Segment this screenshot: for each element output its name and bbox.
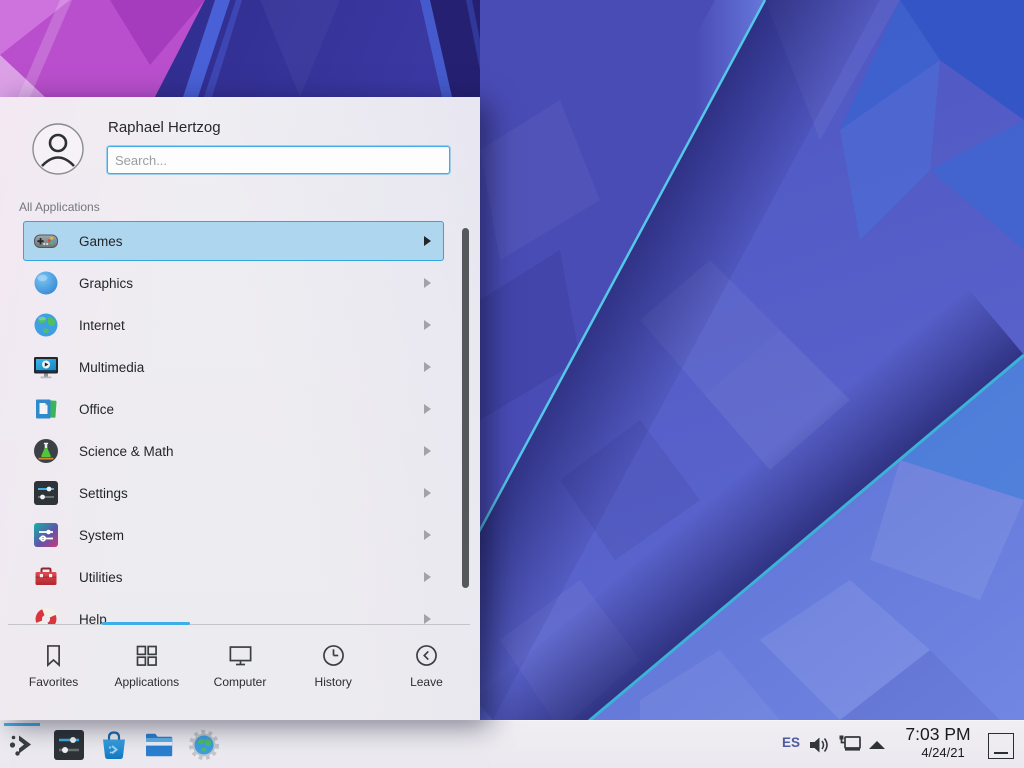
browser-globe-icon[interactable] (188, 729, 220, 761)
volume-icon[interactable] (808, 734, 830, 756)
scrollbar[interactable] (462, 228, 469, 588)
menu-item-system[interactable]: System (23, 515, 444, 555)
menu-item-label: Multimedia (79, 360, 424, 375)
chevron-right-icon (424, 320, 431, 330)
tab-favorites[interactable]: Favorites (7, 628, 100, 720)
discover-icon[interactable] (98, 729, 130, 761)
tab-label: Applications (114, 675, 179, 689)
menu-item-label: Science & Math (79, 444, 424, 459)
menu-item-utilities[interactable]: Utilities (23, 557, 444, 597)
tab-label: Leave (410, 675, 443, 689)
tab-label: Favorites (29, 675, 78, 689)
history-clock-icon (320, 642, 347, 669)
taskbar: ES 7:03 PM 4/24/21 (0, 720, 1024, 768)
clock-time: 7:03 PM (893, 724, 983, 745)
launcher-header: Raphael Hertzog (0, 97, 480, 185)
menu-item-label: Games (79, 234, 424, 249)
clock-date: 4/24/21 (893, 745, 983, 760)
menu-item-settings[interactable]: Settings (23, 473, 444, 513)
chevron-right-icon (424, 572, 431, 582)
menu-item-internet[interactable]: Internet (23, 305, 444, 345)
launcher-tab-bar: Favorites Applications Computer (7, 628, 473, 720)
tab-applications[interactable]: Applications (100, 628, 193, 720)
tab-label: Computer (214, 675, 267, 689)
chevron-right-icon (424, 278, 431, 288)
tab-computer[interactable]: Computer (193, 628, 286, 720)
launcher-active-indicator (4, 723, 40, 726)
chevron-right-icon (424, 446, 431, 456)
menu-item-label: System (79, 528, 424, 543)
menu-item-label: Utilities (79, 570, 424, 585)
keyboard-layout-indicator[interactable]: ES (779, 735, 803, 750)
multimedia-monitor-icon (33, 354, 59, 380)
search-input[interactable] (107, 146, 450, 174)
chevron-right-icon (424, 362, 431, 372)
bookmark-icon (40, 642, 67, 669)
utilities-toolbox-icon (33, 564, 59, 590)
tab-history[interactable]: History (287, 628, 380, 720)
category-list: Games Graphics Internet (0, 221, 480, 624)
globe-icon (33, 312, 59, 338)
section-label: All Applications (19, 200, 100, 214)
menu-item-games[interactable]: Games (23, 221, 444, 261)
office-documents-icon (33, 396, 59, 422)
expand-tray-caret-icon[interactable] (869, 741, 885, 749)
chevron-right-icon (424, 614, 431, 624)
app-grid-icon (133, 642, 160, 669)
file-manager-icon[interactable] (143, 729, 175, 761)
menu-item-graphics[interactable]: Graphics (23, 263, 444, 303)
chevron-right-icon (424, 530, 431, 540)
menu-item-office[interactable]: Office (23, 389, 444, 429)
menu-item-label: Settings (79, 486, 424, 501)
menu-item-label: Office (79, 402, 424, 417)
tab-leave[interactable]: Leave (380, 628, 473, 720)
show-desktop-button[interactable] (988, 733, 1014, 759)
settings-sliders-icon (33, 480, 59, 506)
chevron-right-icon (424, 488, 431, 498)
menu-item-label: Internet (79, 318, 424, 333)
menu-item-science-math[interactable]: Science & Math (23, 431, 444, 471)
active-tab-indicator (102, 622, 190, 625)
chevron-right-icon (424, 404, 431, 414)
science-flask-icon (33, 438, 59, 464)
computer-icon (227, 642, 254, 669)
tab-label: History (315, 675, 352, 689)
gamepad-icon (33, 228, 59, 254)
system-sliders-icon (33, 522, 59, 548)
leave-icon (413, 642, 440, 669)
user-name: Raphael Hertzog (108, 119, 221, 136)
separator (8, 624, 470, 625)
network-icon[interactable] (838, 734, 864, 756)
help-lifebuoy-icon (33, 606, 59, 624)
user-avatar-icon (32, 123, 84, 175)
system-settings-icon[interactable] (53, 729, 85, 761)
kde-launcher-icon[interactable] (7, 729, 39, 761)
graphics-sphere-icon (33, 270, 59, 296)
chevron-right-icon (424, 236, 431, 246)
menu-item-multimedia[interactable]: Multimedia (23, 347, 444, 387)
application-launcher-menu: Raphael Hertzog All Applications Games (0, 97, 480, 720)
digital-clock[interactable]: 7:03 PM 4/24/21 (893, 724, 983, 760)
menu-item-help[interactable]: Help (23, 599, 444, 624)
menu-item-label: Graphics (79, 276, 424, 291)
